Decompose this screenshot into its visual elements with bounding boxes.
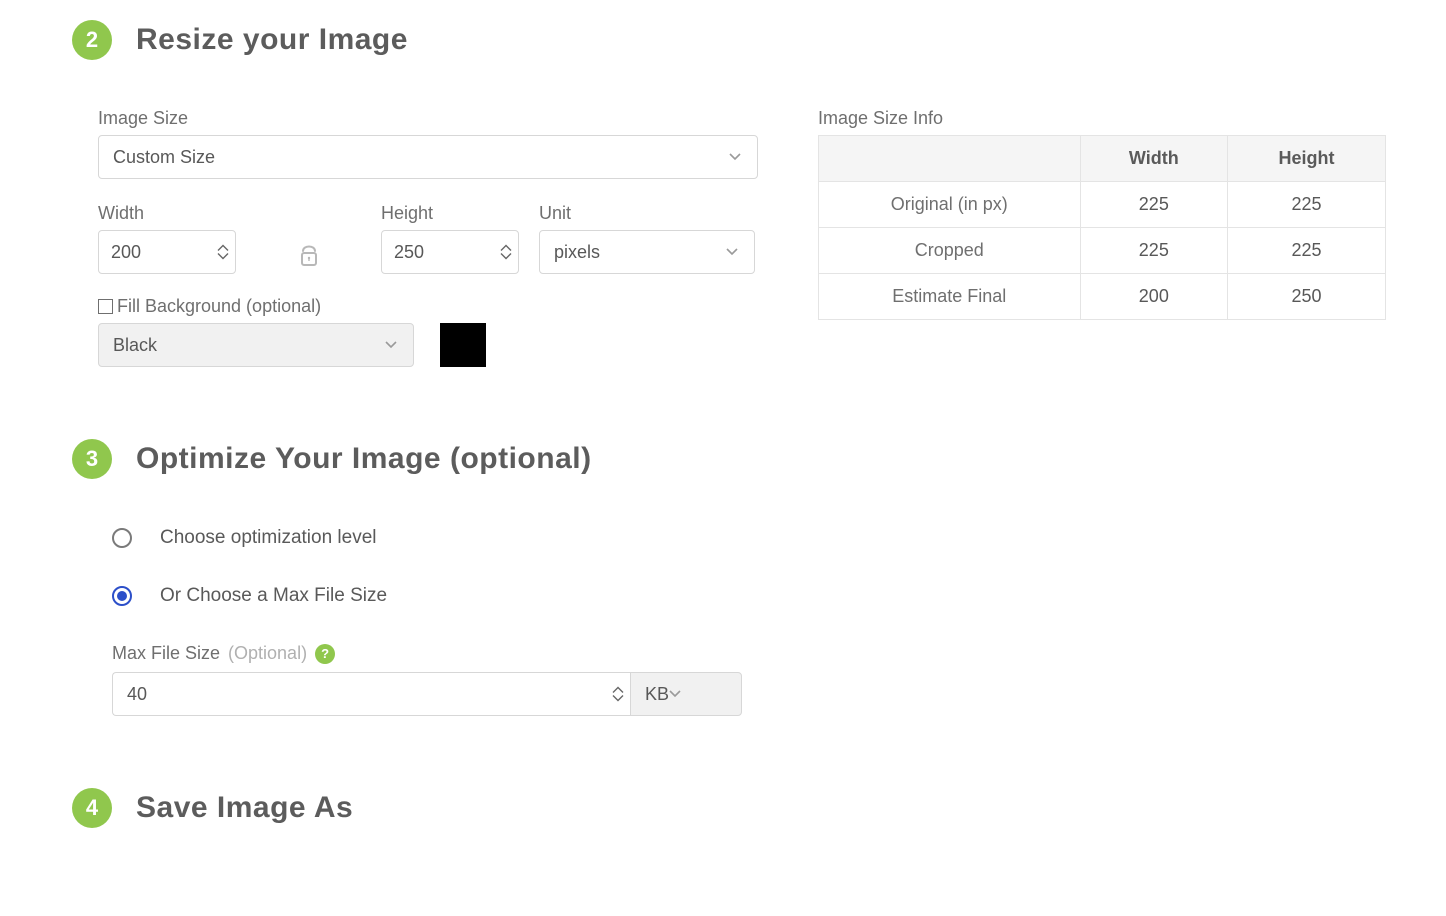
chevron-down-icon (385, 341, 397, 349)
chevron-down-icon (669, 690, 681, 698)
color-swatch[interactable] (440, 323, 486, 367)
width-label: Width (98, 203, 236, 224)
image-size-value: Custom Size (113, 147, 215, 168)
max-file-size-unit-select[interactable]: KB (630, 672, 742, 716)
fill-background-checkbox[interactable] (98, 299, 113, 314)
row-width: 225 (1080, 182, 1227, 228)
row-height: 225 (1228, 228, 1386, 274)
radio-icon (112, 528, 132, 548)
step-badge-4: 4 (72, 788, 112, 828)
row-name: Original (in px) (819, 182, 1081, 228)
radio-label: Or Choose a Max File Size (160, 585, 387, 607)
fill-color-value: Black (113, 335, 157, 356)
row-name: Cropped (819, 228, 1081, 274)
radio-optimization-level[interactable]: Choose optimization level (112, 527, 1386, 549)
optional-hint: (Optional) (228, 643, 307, 664)
section-2-header: 2 Resize your Image (72, 20, 1386, 60)
height-value: 250 (394, 242, 424, 263)
fill-background-label: Fill Background (optional) (117, 296, 321, 317)
max-file-size-unit-value: KB (645, 684, 669, 705)
radio-max-file-size[interactable]: Or Choose a Max File Size (112, 585, 1386, 607)
table-row: Cropped 225 225 (819, 228, 1386, 274)
height-label: Height (381, 203, 519, 224)
image-size-select[interactable]: Custom Size (98, 135, 758, 179)
max-file-size-stepper[interactable] (612, 687, 624, 702)
height-input[interactable]: 250 (381, 230, 519, 274)
width-value: 200 (111, 242, 141, 263)
width-stepper[interactable] (217, 245, 229, 260)
radio-icon (112, 586, 132, 606)
max-file-size-label: Max File Size (Optional) ? (112, 643, 1386, 664)
unit-value: pixels (554, 242, 600, 263)
table-header-height: Height (1228, 136, 1386, 182)
image-size-label: Image Size (98, 108, 758, 129)
row-height: 225 (1228, 182, 1386, 228)
image-size-info-label: Image Size Info (818, 108, 1386, 129)
row-width: 225 (1080, 228, 1227, 274)
height-stepper[interactable] (500, 245, 512, 260)
chevron-down-icon (729, 153, 741, 161)
section-4-title: Save Image As (136, 791, 353, 825)
unit-label: Unit (539, 203, 755, 224)
max-file-size-value: 40 (127, 684, 147, 705)
table-row: Estimate Final 200 250 (819, 274, 1386, 320)
table-header-blank (819, 136, 1081, 182)
step-badge-2: 2 (72, 20, 112, 60)
row-width: 200 (1080, 274, 1227, 320)
radio-label: Choose optimization level (160, 527, 377, 549)
image-size-info-table: Width Height Original (in px) 225 225 Cr… (818, 135, 1386, 320)
section-4-header: 4 Save Image As (72, 788, 1386, 828)
row-height: 250 (1228, 274, 1386, 320)
chevron-down-icon (726, 248, 738, 256)
unit-select[interactable]: pixels (539, 230, 755, 274)
fill-color-select[interactable]: Black (98, 323, 414, 367)
section-2-title: Resize your Image (136, 23, 408, 57)
table-row: Original (in px) 225 225 (819, 182, 1386, 228)
section-3-title: Optimize Your Image (optional) (136, 442, 592, 476)
width-input[interactable]: 200 (98, 230, 236, 274)
table-header-width: Width (1080, 136, 1227, 182)
max-file-size-input[interactable]: 40 (112, 672, 630, 716)
lock-aspect-icon[interactable] (294, 241, 324, 272)
help-icon[interactable]: ? (315, 644, 335, 664)
row-name: Estimate Final (819, 274, 1081, 320)
step-badge-3: 3 (72, 439, 112, 479)
section-3-header: 3 Optimize Your Image (optional) (72, 439, 1386, 479)
